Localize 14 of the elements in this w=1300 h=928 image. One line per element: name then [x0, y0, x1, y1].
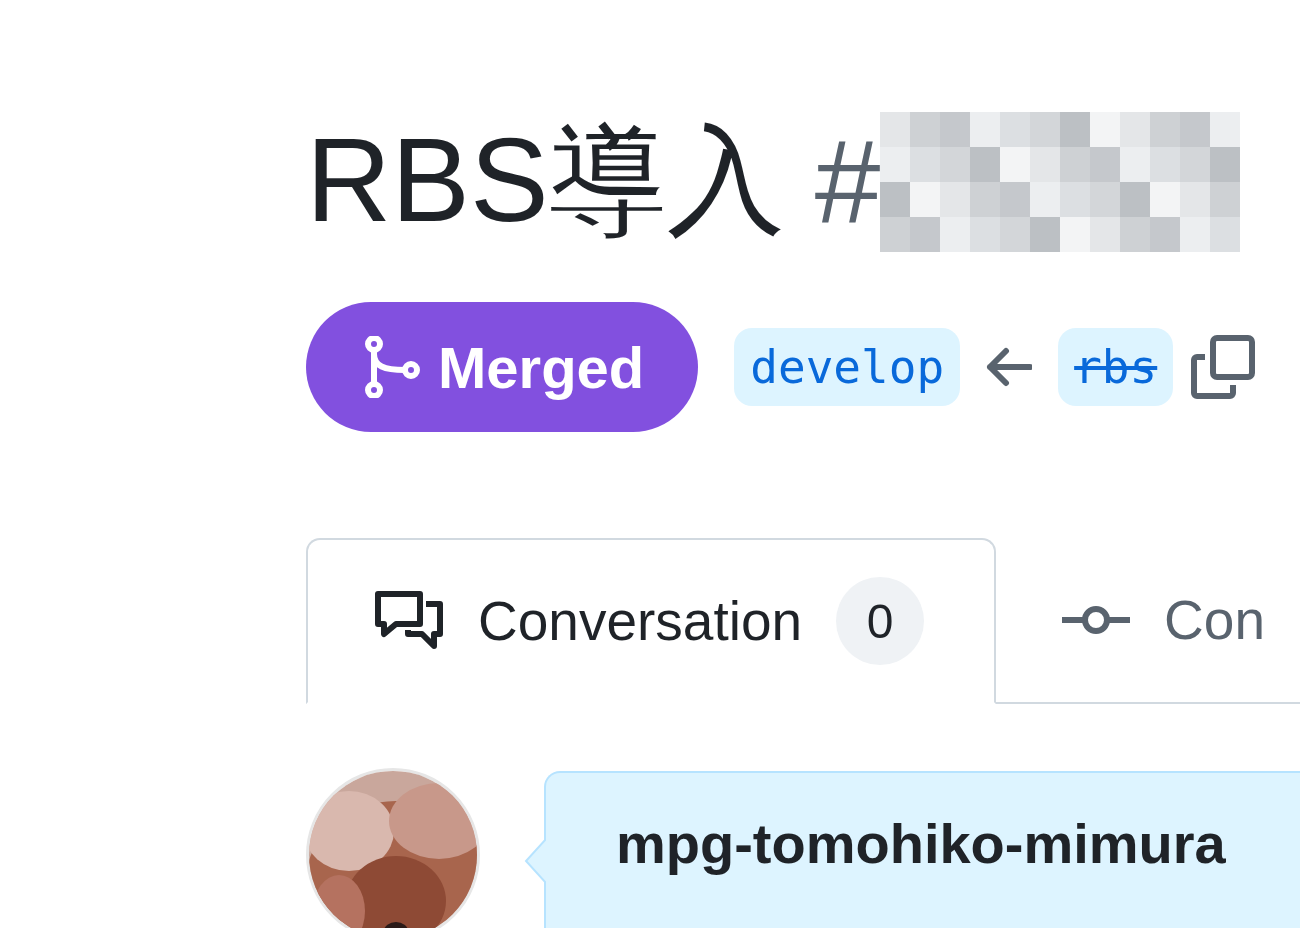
base-branch-label[interactable]: develop [734, 328, 961, 406]
tab-counter: 0 [836, 577, 925, 665]
merge-icon [364, 336, 420, 398]
conversation-icon [374, 590, 444, 652]
commit-icon [1062, 604, 1131, 636]
head-branch-label[interactable]: rbs [1058, 328, 1174, 406]
left-arrow-icon [986, 347, 1033, 387]
pr-title: RBS導入 [306, 113, 785, 248]
tab[interactable]: Con [996, 538, 1300, 704]
merged-status-badge: Merged [306, 302, 699, 432]
tab[interactable]: Conversation 0 [306, 538, 997, 704]
copy-icon[interactable] [1191, 335, 1256, 399]
pr-number-sign: # [814, 115, 881, 250]
comment-author[interactable]: mpg-tomohiko-mimura [616, 812, 1226, 875]
